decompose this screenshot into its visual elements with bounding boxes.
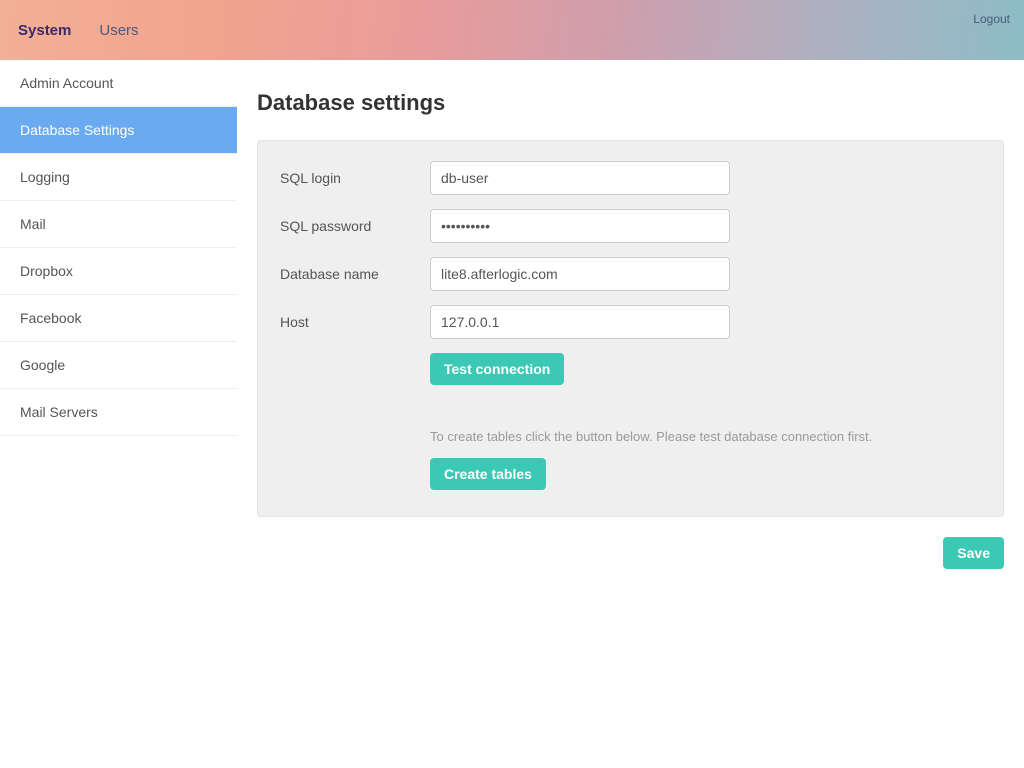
- sidebar-item-dropbox[interactable]: Dropbox: [0, 248, 237, 295]
- settings-panel: SQL login SQL password Database name Hos…: [257, 140, 1004, 517]
- input-database-name[interactable]: [430, 257, 730, 291]
- logout-link[interactable]: Logout: [973, 12, 1010, 26]
- save-button[interactable]: Save: [943, 537, 1004, 569]
- row-database-name: Database name: [280, 257, 981, 291]
- create-tables-button[interactable]: Create tables: [430, 458, 546, 490]
- label-sql-login: SQL login: [280, 170, 430, 186]
- row-sql-password: SQL password: [280, 209, 981, 243]
- row-host: Host: [280, 305, 981, 339]
- actions-bottom: Save: [257, 537, 1004, 569]
- sidebar-item-database-settings[interactable]: Database Settings: [0, 107, 237, 154]
- sidebar-item-facebook[interactable]: Facebook: [0, 295, 237, 342]
- sidebar: Admin Account Database Settings Logging …: [0, 60, 237, 589]
- top-header: System Users Logout: [0, 0, 1024, 60]
- sidebar-item-mail-servers[interactable]: Mail Servers: [0, 389, 237, 436]
- label-host: Host: [280, 314, 430, 330]
- tab-users[interactable]: Users: [99, 22, 138, 39]
- label-sql-password: SQL password: [280, 218, 430, 234]
- tab-system[interactable]: System: [18, 22, 71, 39]
- sidebar-item-logging[interactable]: Logging: [0, 154, 237, 201]
- sidebar-item-google[interactable]: Google: [0, 342, 237, 389]
- main-content: Database settings SQL login SQL password…: [237, 60, 1024, 589]
- sidebar-item-mail[interactable]: Mail: [0, 201, 237, 248]
- input-sql-login[interactable]: [430, 161, 730, 195]
- input-sql-password[interactable]: [430, 209, 730, 243]
- sidebar-item-admin-account[interactable]: Admin Account: [0, 60, 237, 107]
- create-tables-hint: To create tables click the button below.…: [430, 429, 981, 444]
- test-connection-button[interactable]: Test connection: [430, 353, 564, 385]
- page-title: Database settings: [257, 90, 1004, 116]
- label-database-name: Database name: [280, 266, 430, 282]
- row-sql-login: SQL login: [280, 161, 981, 195]
- input-host[interactable]: [430, 305, 730, 339]
